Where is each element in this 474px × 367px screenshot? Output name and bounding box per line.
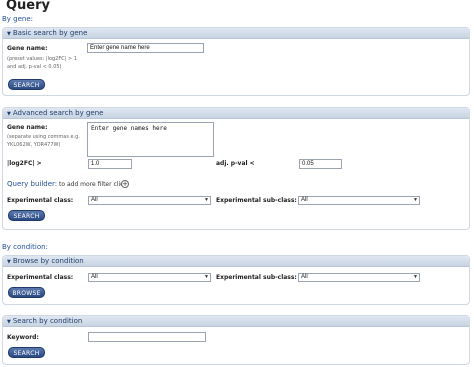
log2fc-label: |log2FC| > — [7, 160, 42, 167]
pval-input[interactable]: 0.05 — [299, 159, 342, 169]
dropdown-arrow-icon: ▼ — [413, 274, 418, 280]
dropdown-arrow-icon: ▼ — [204, 274, 209, 280]
by-gene-label: By gene: — [2, 15, 34, 23]
advanced-exp-class-select[interactable]: All ▼ — [88, 196, 211, 205]
advanced-gene-textarea[interactable]: Enter gene names here — [87, 122, 214, 157]
query-builder-text: Query builder: to add more filter click — [7, 180, 127, 188]
basic-search-title: Basic search by gene — [12, 29, 88, 37]
basic-search-panel: ▼ Basic search by gene Gene name: (preset… — [2, 27, 470, 96]
add-filter-plus-icon[interactable]: + — [121, 180, 129, 188]
advanced-exp-class-value: All — [91, 197, 98, 203]
advanced-exp-subclass-value: All — [301, 197, 308, 203]
advanced-gene-name-label: Gene name: — [7, 124, 48, 131]
advanced-search-header[interactable]: ▼ Advanced search by gene — [3, 108, 469, 119]
collapse-caret-icon: ▼ — [7, 111, 11, 117]
browse-exp-class-select[interactable]: All ▼ — [88, 273, 211, 282]
basic-search-button[interactable]: SEARCH — [8, 79, 45, 90]
advanced-hint: (separate using commas e.g. YKL062W, YOR… — [7, 134, 80, 148]
advanced-exp-subclass-select[interactable]: All ▼ — [298, 196, 420, 205]
basic-gene-input[interactable]: Enter gene name here — [87, 43, 204, 53]
basic-gene-name-label: Gene name: — [7, 45, 48, 52]
dropdown-arrow-icon: ▼ — [204, 197, 209, 203]
dropdown-arrow-icon: ▼ — [413, 197, 418, 203]
advanced-exp-subclass-label: Experimental sub-class: — [216, 197, 297, 204]
browse-exp-subclass-label: Experimental sub-class: — [216, 274, 297, 281]
browse-button[interactable]: BROWSE — [8, 287, 45, 298]
keyword-input[interactable] — [88, 332, 206, 342]
advanced-search-panel: ▼ Advanced search by gene Gene name: (sep… — [2, 107, 470, 230]
advanced-exp-class-label: Experimental class: — [7, 197, 74, 204]
basic-search-header[interactable]: ▼ Basic search by gene — [3, 28, 469, 39]
query-builder-hint: to add more filter click — [57, 181, 127, 188]
condition-search-button[interactable]: SEARCH — [8, 347, 45, 358]
keyword-label: Keyword: — [7, 334, 39, 341]
page-title: Query — [6, 0, 51, 13]
query-builder-title: Query builder: — [7, 180, 58, 188]
search-condition-panel: ▼ Search by condition Keyword: SEARCH — [2, 315, 470, 365]
by-condition-label: By condition: — [2, 243, 48, 251]
collapse-caret-icon: ▼ — [7, 259, 11, 265]
browse-exp-class-label: Experimental class: — [7, 274, 74, 281]
browse-exp-subclass-select[interactable]: All ▼ — [298, 273, 420, 282]
advanced-search-button[interactable]: SEARCH — [8, 210, 45, 221]
advanced-search-title: Advanced search by gene — [12, 109, 104, 117]
collapse-caret-icon: ▼ — [7, 319, 11, 325]
browse-condition-title: Browse by condition — [12, 257, 84, 265]
browse-exp-subclass-value: All — [301, 274, 308, 280]
pval-label: adj. p-val < — [216, 160, 255, 167]
basic-hint: (preset values: |log2FC| > 1 and adj. p-… — [7, 56, 78, 70]
collapse-caret-icon: ▼ — [7, 31, 11, 37]
search-condition-title: Search by condition — [12, 317, 83, 325]
browse-condition-panel: ▼ Browse by condition Experimental class:… — [2, 255, 470, 305]
search-condition-header[interactable]: ▼ Search by condition — [3, 316, 469, 327]
log2fc-input[interactable]: 1.0 — [88, 159, 132, 169]
browse-exp-class-value: All — [91, 274, 98, 280]
browse-condition-header[interactable]: ▼ Browse by condition — [3, 256, 469, 267]
